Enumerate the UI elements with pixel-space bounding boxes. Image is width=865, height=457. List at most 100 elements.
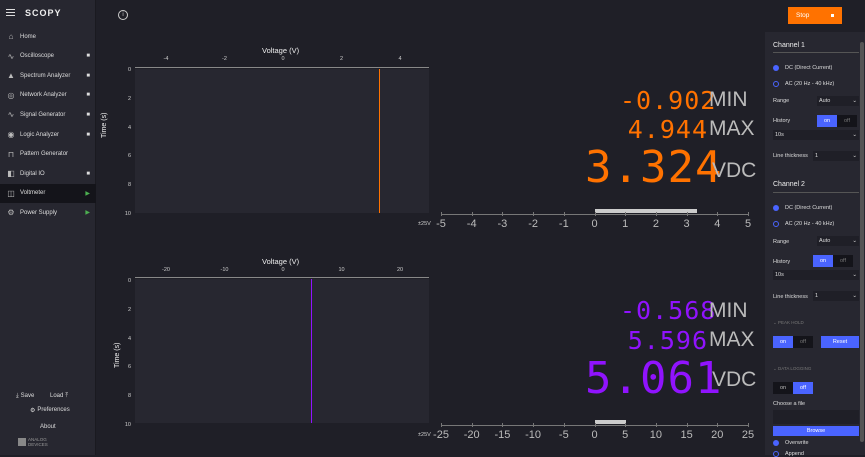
ch1-bar-tick: -1 bbox=[558, 218, 569, 230]
preferences-button[interactable]: ⚙ Preferences bbox=[30, 407, 70, 414]
load-button[interactable]: Load ⤒ bbox=[50, 393, 68, 400]
ch1-ytick: 8 bbox=[127, 182, 131, 189]
file-path-input[interactable] bbox=[773, 410, 859, 424]
ch2-history-on[interactable]: on bbox=[813, 255, 833, 267]
ch1-dc-label: DC (Direct Current) bbox=[785, 65, 833, 71]
sidebar-item-signal-generator[interactable]: ∿ Signal Generator ■ bbox=[0, 105, 96, 124]
ch2-history-select[interactable]: 10s ⌄ bbox=[773, 270, 859, 280]
ch1-history-off[interactable]: off bbox=[837, 115, 857, 127]
ch1-ytick: 2 bbox=[127, 95, 131, 102]
ch1-range-select[interactable]: Auto ⌄ bbox=[817, 96, 859, 106]
ch2-bar-tick: 20 bbox=[711, 429, 724, 441]
append-radio[interactable] bbox=[773, 451, 779, 457]
ch1-min-value: -0.902 bbox=[620, 86, 717, 115]
ch1-dc-value: 3.324 bbox=[585, 142, 723, 193]
status-indicator: ■ bbox=[86, 131, 90, 138]
sidebar-item-logic-analyzer[interactable]: ◉ Logic Analyzer ■ bbox=[0, 125, 96, 144]
spectrum-icon: ▲ bbox=[7, 71, 15, 81]
ch1-bar-tick-mark bbox=[717, 212, 719, 216]
ch1-bar-tick-mark bbox=[748, 212, 749, 216]
sidebar-item-network-analyzer[interactable]: ◎ Network Analyzer ■ bbox=[0, 86, 96, 105]
ch2-bar-tick: 0 bbox=[591, 429, 598, 441]
peak-hold-header[interactable]: ⌄ PEAK HOLD bbox=[773, 320, 804, 326]
ch1-range-label: Range bbox=[773, 98, 790, 104]
save-icon: ⤓ bbox=[16, 393, 19, 399]
ch1-history-select[interactable]: 10s ⌄ bbox=[773, 130, 859, 140]
info-icon[interactable]: i bbox=[118, 10, 128, 20]
ch1-ac-radio[interactable] bbox=[773, 81, 779, 87]
ch2-bar-tick: -25 bbox=[433, 429, 449, 441]
ch1-bar-tick-mark bbox=[594, 212, 596, 216]
voltmeter-icon: ◫ bbox=[7, 188, 15, 198]
ch1-unit-label: VDC bbox=[712, 159, 757, 182]
ch1-xtick: 0 bbox=[281, 56, 285, 62]
ch2-ytick: 0 bbox=[127, 278, 131, 284]
ch1-title-divider bbox=[773, 52, 859, 53]
stop-square-icon bbox=[831, 14, 834, 17]
sidebar-item-home[interactable]: ⌂ Home bbox=[0, 27, 96, 46]
ch2-xtick: -20 bbox=[162, 267, 170, 273]
ch2-bar-tick: 15 bbox=[680, 429, 693, 441]
data-logging-toggle[interactable]: on off bbox=[773, 382, 813, 394]
ch2-dc-value: 5.061 bbox=[585, 353, 723, 404]
ch2-xaxis-line bbox=[135, 277, 429, 278]
ch1-history-on[interactable]: on bbox=[817, 115, 837, 127]
ch2-thickness-label: Line thickness bbox=[773, 294, 808, 300]
peak-hold-off[interactable]: off bbox=[793, 336, 813, 348]
sidebar-item-spectrum-analyzer[interactable]: ▲ Spectrum Analyzer ■ bbox=[0, 66, 96, 85]
about-button[interactable]: About bbox=[40, 424, 56, 430]
sidebar: SCOPY ⌂ Home ∿ Oscilloscope ■ ▲ Spectrum Analy… bbox=[0, 0, 96, 455]
overwrite-label: Overwrite bbox=[785, 440, 809, 446]
chevron-down-icon: ⌄ bbox=[852, 272, 857, 278]
sidebar-item-digital-io[interactable]: ◧ Digital IO ■ bbox=[0, 164, 96, 183]
ch1-bar-tick-mark bbox=[563, 212, 565, 216]
menu-icon[interactable] bbox=[6, 9, 15, 16]
sidebar-item-oscilloscope[interactable]: ∿ Oscilloscope ■ bbox=[0, 47, 96, 66]
ch1-bar-tick-mark bbox=[533, 212, 535, 216]
panel-scrollbar[interactable] bbox=[860, 42, 864, 442]
overwrite-radio[interactable] bbox=[773, 440, 779, 446]
ch2-bar-tick-mark bbox=[625, 423, 627, 427]
ch2-bar-tick-mark bbox=[594, 423, 596, 427]
ch1-ytick: 6 bbox=[127, 153, 131, 160]
sidebar-item-voltmeter[interactable]: ◫ Voltmeter ▶ bbox=[0, 183, 96, 203]
ch1-ac-label: AC (20 Hz - 40 kHz) bbox=[785, 81, 835, 87]
ch2-range-select[interactable]: Auto ⌄ bbox=[817, 236, 859, 246]
sidebar-item-label: Power Supply bbox=[20, 209, 58, 216]
sidebar-item-power-supply[interactable]: ⚙ Power Supply ▶ bbox=[0, 203, 96, 222]
status-indicator: ■ bbox=[86, 111, 90, 118]
append-label: Append bbox=[785, 451, 804, 457]
ch2-history-toggle[interactable]: on off bbox=[813, 255, 853, 267]
ch1-bar-tick-mark bbox=[625, 212, 627, 216]
peak-hold-toggle[interactable]: on off bbox=[773, 336, 813, 348]
ch1-bar-tick-mark bbox=[502, 212, 504, 216]
peak-hold-on[interactable]: on bbox=[773, 336, 793, 348]
choose-file-label: Choose a file bbox=[773, 401, 806, 407]
ch2-ac-radio[interactable] bbox=[773, 221, 779, 227]
ch2-dc-radio[interactable] bbox=[773, 205, 779, 211]
ch2-thickness-select[interactable]: 1 ⌄ bbox=[813, 291, 859, 301]
ch2-min-label: MIN bbox=[709, 299, 748, 322]
ch2-history-off[interactable]: off bbox=[833, 255, 853, 267]
ch2-bar-tick: -10 bbox=[525, 429, 542, 441]
ch1-thickness-select[interactable]: 1 ⌄ bbox=[813, 151, 859, 161]
app-logo: SCOPY bbox=[25, 8, 62, 18]
reset-button[interactable]: Reset bbox=[821, 336, 859, 348]
ch2-ytick: 8 bbox=[127, 393, 131, 400]
ch2-history-label: History bbox=[773, 259, 791, 265]
save-button[interactable]: ⤓ Save bbox=[16, 393, 34, 400]
stop-button[interactable]: Stop bbox=[788, 7, 842, 24]
ch1-min-label: MIN bbox=[709, 88, 748, 111]
digital-io-icon: ◧ bbox=[7, 169, 15, 179]
data-logging-header[interactable]: ⌄ DATA LOGGING bbox=[773, 366, 811, 372]
browse-button[interactable]: Browse bbox=[773, 426, 859, 436]
ch1-dc-radio[interactable] bbox=[773, 65, 779, 71]
data-logging-on[interactable]: on bbox=[773, 382, 793, 394]
network-icon: ◎ bbox=[7, 90, 15, 100]
sidebar-item-pattern-generator[interactable]: ⊓ Pattern Generator bbox=[0, 145, 96, 164]
ch1-trace bbox=[379, 69, 380, 213]
ch1-bar-tick: 3 bbox=[683, 218, 690, 230]
ch1-history-toggle[interactable]: on off bbox=[817, 115, 857, 127]
data-logging-off[interactable]: off bbox=[793, 382, 813, 394]
ch2-ytick: 6 bbox=[127, 364, 131, 371]
